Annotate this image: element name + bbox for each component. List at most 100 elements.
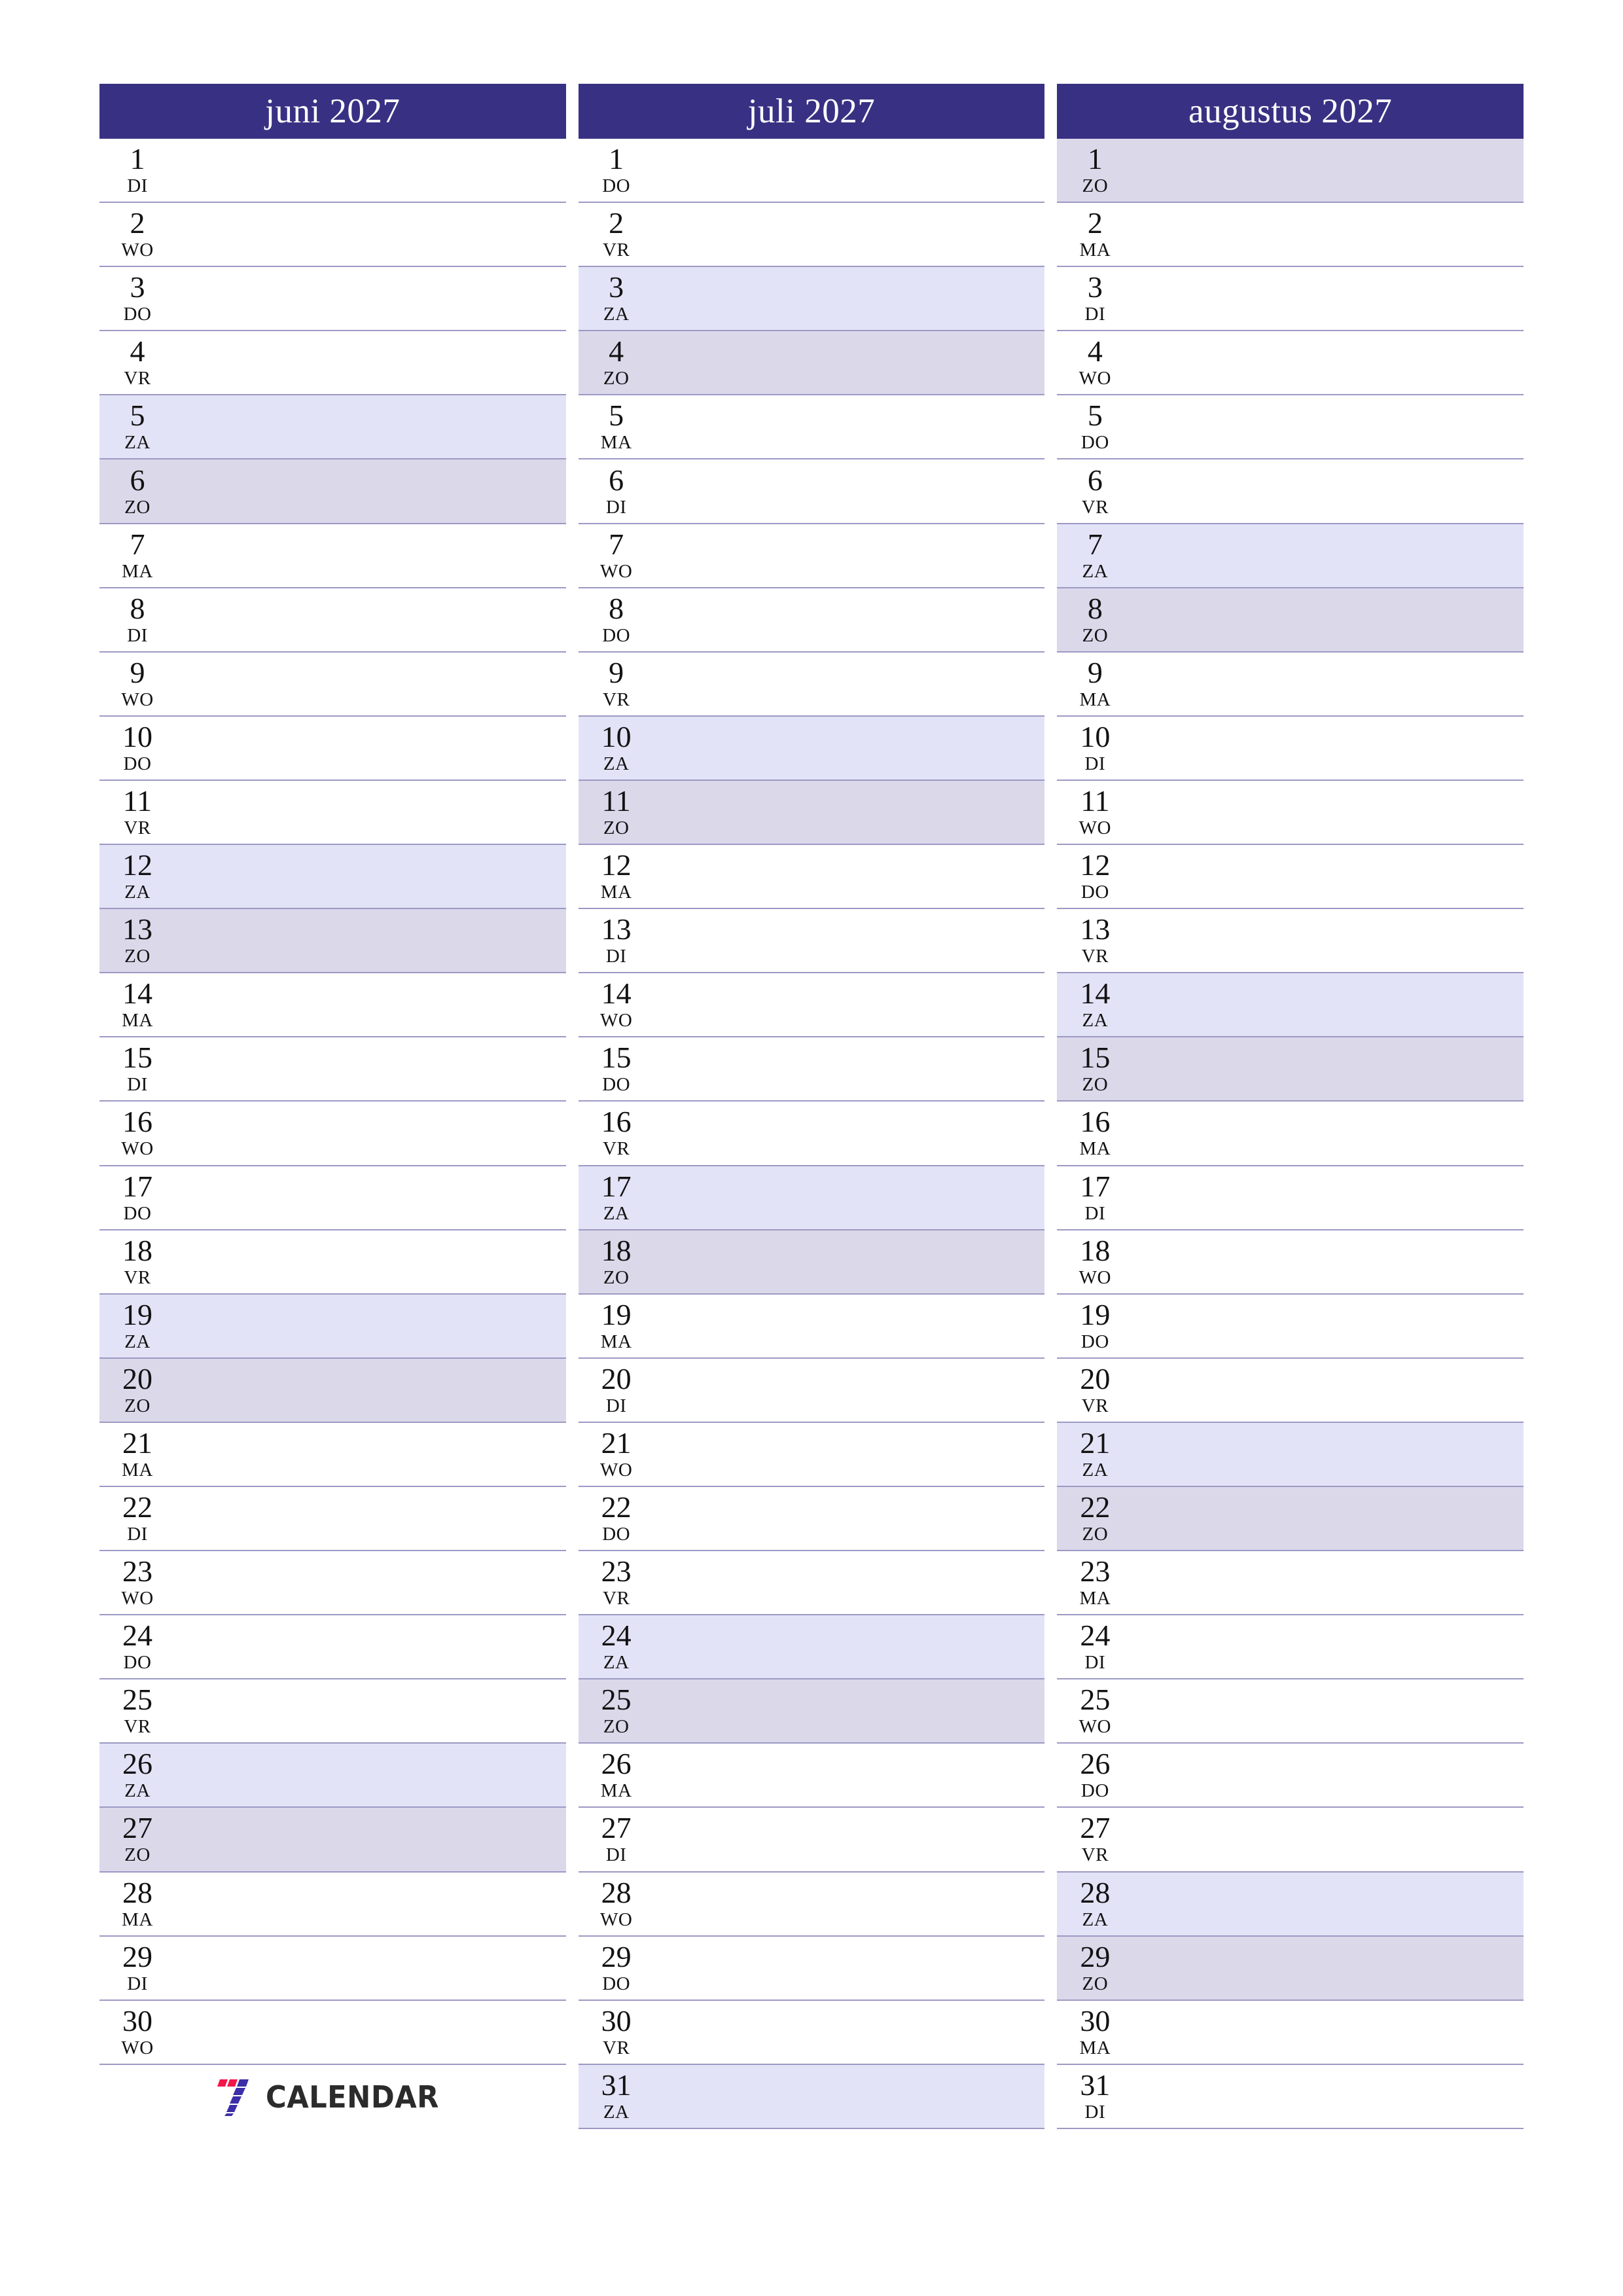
day-row[interactable]: 16 WO bbox=[99, 1102, 566, 1166]
day-row[interactable]: 23 VR bbox=[578, 1551, 1045, 1616]
day-row[interactable]: 25 VR bbox=[99, 1679, 566, 1744]
day-row[interactable]: 13 ZO bbox=[99, 909, 566, 974]
day-row[interactable]: 29 ZO bbox=[1057, 1936, 1524, 2001]
day-row[interactable]: 4 ZO bbox=[578, 331, 1045, 396]
day-row[interactable]: 4 VR bbox=[99, 331, 566, 396]
day-row[interactable]: 12 DO bbox=[1057, 845, 1524, 910]
day-row[interactable]: 28 ZA bbox=[1057, 1872, 1524, 1937]
day-row[interactable]: 21 WO bbox=[578, 1422, 1045, 1487]
day-row[interactable]: 3 DI bbox=[1057, 267, 1524, 332]
day-row[interactable]: 11 ZO bbox=[578, 780, 1045, 846]
day-row[interactable]: 7 MA bbox=[99, 524, 566, 588]
day-row[interactable]: 11 WO bbox=[1057, 780, 1524, 846]
month-column: juni 2027 1 DI 2 WO 3 DO 4 VR 5 ZA 6 ZO 7 MA 8 DI 9 WO 10 DO… bbox=[99, 84, 566, 2129]
day-row[interactable]: 15 DI bbox=[99, 1037, 566, 1102]
day-row[interactable]: 14 ZA bbox=[1057, 973, 1524, 1038]
day-row[interactable]: 23 WO bbox=[99, 1551, 566, 1616]
day-row[interactable]: 6 VR bbox=[1057, 459, 1524, 524]
day-row[interactable]: 14 WO bbox=[578, 973, 1045, 1038]
day-row[interactable]: 6 ZO bbox=[99, 459, 566, 524]
day-row[interactable]: 18 VR bbox=[99, 1230, 566, 1295]
day-label-stack: 12 MA bbox=[579, 845, 654, 908]
day-row[interactable]: 4 WO bbox=[1057, 331, 1524, 396]
day-row[interactable]: 30 MA bbox=[1057, 2000, 1524, 2065]
day-row[interactable]: 2 WO bbox=[99, 203, 566, 268]
day-row[interactable]: 2 VR bbox=[578, 203, 1045, 268]
day-row[interactable]: 13 DI bbox=[578, 909, 1045, 974]
day-row[interactable]: 5 DO bbox=[1057, 395, 1524, 460]
day-row[interactable]: 8 ZO bbox=[1057, 588, 1524, 653]
day-row[interactable]: 13 VR bbox=[1057, 909, 1524, 974]
day-row[interactable]: 3 ZA bbox=[578, 267, 1045, 332]
day-row[interactable]: 5 MA bbox=[578, 395, 1045, 460]
day-row[interactable]: 10 ZA bbox=[578, 716, 1045, 781]
day-row[interactable]: 1 DO bbox=[578, 139, 1045, 204]
day-row[interactable]: 19 MA bbox=[578, 1294, 1045, 1359]
day-row[interactable]: 24 DI bbox=[1057, 1615, 1524, 1680]
day-row[interactable]: 10 DI bbox=[1057, 716, 1524, 781]
day-row[interactable]: 26 MA bbox=[578, 1744, 1045, 1808]
day-row[interactable]: 19 DO bbox=[1057, 1294, 1524, 1359]
day-label-stack: 5 ZA bbox=[99, 395, 175, 458]
day-row[interactable]: 26 ZA bbox=[99, 1744, 566, 1808]
day-row[interactable]: 27 VR bbox=[1057, 1808, 1524, 1873]
day-row[interactable]: 9 MA bbox=[1057, 652, 1524, 717]
day-row[interactable]: 22 DO bbox=[578, 1486, 1045, 1552]
day-row[interactable]: 2 MA bbox=[1057, 203, 1524, 268]
day-row[interactable]: 25 WO bbox=[1057, 1679, 1524, 1744]
day-row[interactable]: 30 WO bbox=[99, 2000, 566, 2065]
day-label-stack: 12 DO bbox=[1057, 845, 1133, 908]
day-row[interactable]: 25 ZO bbox=[578, 1679, 1045, 1744]
day-row[interactable]: 11 VR bbox=[99, 780, 566, 846]
day-row[interactable]: 8 DO bbox=[578, 588, 1045, 653]
day-row[interactable]: 29 DO bbox=[578, 1936, 1045, 2001]
day-row[interactable]: 22 DI bbox=[99, 1486, 566, 1552]
weekday-abbr: MA bbox=[600, 1331, 632, 1352]
day-row[interactable]: 31 DI bbox=[1057, 2064, 1524, 2129]
day-row[interactable]: 16 MA bbox=[1057, 1102, 1524, 1166]
day-row[interactable]: 24 ZA bbox=[578, 1615, 1045, 1680]
day-row[interactable]: 27 DI bbox=[578, 1808, 1045, 1873]
day-row[interactable]: 7 ZA bbox=[1057, 524, 1524, 588]
day-row[interactable]: 5 ZA bbox=[99, 395, 566, 460]
day-row[interactable]: 1 DI bbox=[99, 139, 566, 204]
day-row[interactable]: 9 VR bbox=[578, 652, 1045, 717]
day-row[interactable]: 9 WO bbox=[99, 652, 566, 717]
day-row[interactable]: 30 VR bbox=[578, 2000, 1045, 2065]
day-row[interactable]: 23 MA bbox=[1057, 1551, 1524, 1616]
day-row[interactable]: 1 ZO bbox=[1057, 139, 1524, 204]
day-row[interactable]: 12 ZA bbox=[99, 845, 566, 910]
day-row[interactable]: 8 DI bbox=[99, 588, 566, 653]
day-row[interactable]: 17 DI bbox=[1057, 1166, 1524, 1230]
day-row[interactable]: 28 MA bbox=[99, 1872, 566, 1937]
day-row[interactable]: 29 DI bbox=[99, 1936, 566, 2001]
day-row[interactable]: 24 DO bbox=[99, 1615, 566, 1680]
day-row[interactable]: 12 MA bbox=[578, 845, 1045, 910]
day-row[interactable]: 26 DO bbox=[1057, 1744, 1524, 1808]
day-row[interactable]: 17 DO bbox=[99, 1166, 566, 1230]
day-row[interactable]: 17 ZA bbox=[578, 1166, 1045, 1230]
day-row[interactable]: 21 ZA bbox=[1057, 1422, 1524, 1487]
day-row[interactable]: 20 VR bbox=[1057, 1358, 1524, 1423]
day-row[interactable]: 20 ZO bbox=[99, 1358, 566, 1423]
day-row[interactable]: 3 DO bbox=[99, 267, 566, 332]
day-row[interactable]: 7 WO bbox=[578, 524, 1045, 588]
day-row[interactable]: 22 ZO bbox=[1057, 1486, 1524, 1552]
day-row[interactable]: 21 MA bbox=[99, 1422, 566, 1487]
day-label-stack: 7 WO bbox=[579, 524, 654, 587]
day-row[interactable]: 14 MA bbox=[99, 973, 566, 1038]
day-row[interactable]: 6 DI bbox=[578, 459, 1045, 524]
day-row[interactable]: 18 WO bbox=[1057, 1230, 1524, 1295]
day-row[interactable]: 15 DO bbox=[578, 1037, 1045, 1102]
day-row[interactable]: 15 ZO bbox=[1057, 1037, 1524, 1102]
day-row[interactable]: 31 ZA bbox=[578, 2064, 1045, 2129]
weekday-abbr: WO bbox=[121, 1588, 154, 1609]
day-row[interactable]: 19 ZA bbox=[99, 1294, 566, 1359]
day-row[interactable]: 28 WO bbox=[578, 1872, 1045, 1937]
day-row[interactable]: 27 ZO bbox=[99, 1808, 566, 1873]
day-row[interactable]: 10 DO bbox=[99, 716, 566, 781]
day-row[interactable]: 16 VR bbox=[578, 1102, 1045, 1166]
day-row[interactable]: 18 ZO bbox=[578, 1230, 1045, 1295]
day-label-stack: 5 DO bbox=[1057, 395, 1133, 458]
day-row[interactable]: 20 DI bbox=[578, 1358, 1045, 1423]
